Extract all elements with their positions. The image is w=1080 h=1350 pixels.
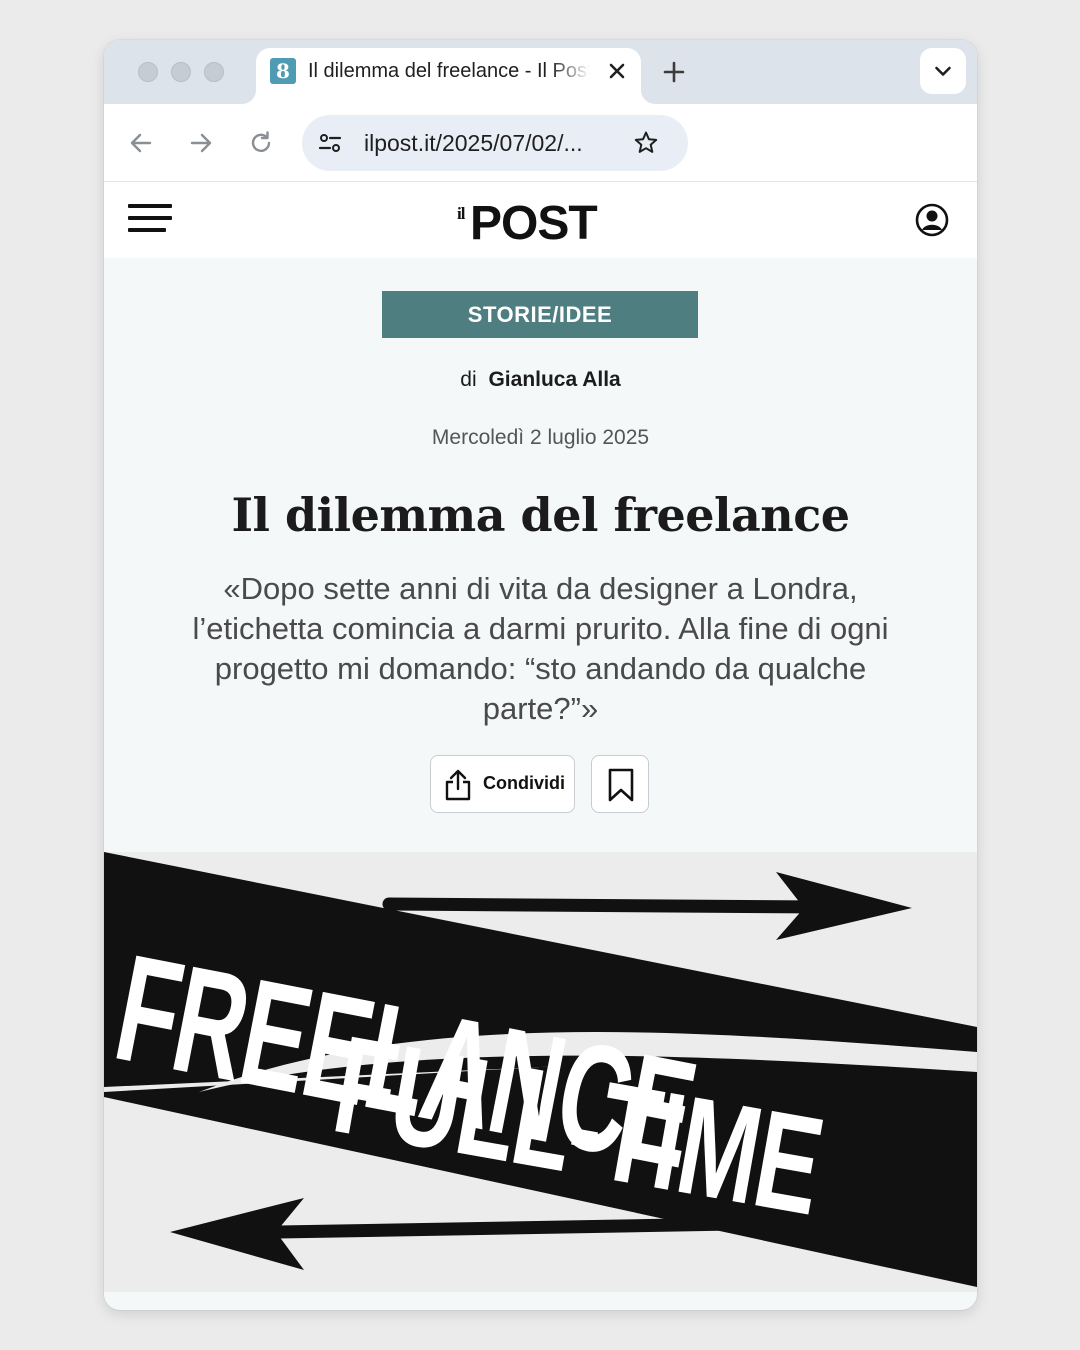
site-logo[interactable]: il POST bbox=[454, 190, 624, 250]
address-bar[interactable]: ilpost.it/2025/07/02/... bbox=[302, 115, 688, 171]
byline: di Gianluca Alla bbox=[104, 368, 977, 392]
back-arrow-icon[interactable] bbox=[126, 128, 156, 158]
logo-prefix: il bbox=[457, 204, 466, 223]
account-icon[interactable] bbox=[914, 202, 950, 238]
publish-date: Mercoledì 2 luglio 2025 bbox=[431, 426, 650, 449]
tab-search-button[interactable] bbox=[920, 48, 966, 94]
window-close-dot[interactable] bbox=[138, 62, 158, 82]
forward-arrow-icon[interactable] bbox=[186, 128, 216, 158]
active-tab[interactable]: 8 Il dilemma del freelance - Il Post bbox=[256, 48, 641, 104]
hero-illustration: FREELANCE FULL-TIME bbox=[104, 852, 977, 1292]
reload-icon[interactable] bbox=[246, 128, 276, 158]
article-title: Il dilemma del freelance bbox=[231, 488, 850, 542]
site-header: il POST bbox=[104, 182, 977, 258]
share-icon bbox=[445, 769, 471, 801]
bookmark-star-icon[interactable] bbox=[632, 129, 660, 157]
browser-toolbar: ilpost.it/2025/07/02/... bbox=[104, 104, 977, 182]
window-minimize-dot[interactable] bbox=[171, 62, 191, 82]
save-article-button[interactable] bbox=[591, 755, 649, 813]
share-button[interactable]: Condividi bbox=[430, 755, 575, 813]
window-maximize-dot[interactable] bbox=[204, 62, 224, 82]
article-header: STORIE/IDEE di Gianluca Alla Mercoledì 2… bbox=[104, 258, 977, 852]
author-name[interactable]: Gianluca Alla bbox=[488, 368, 620, 391]
bookmark-icon bbox=[608, 768, 634, 802]
category-badge[interactable]: STORIE/IDEE bbox=[382, 291, 698, 338]
tab-title: Il dilemma del freelance - Il Post bbox=[308, 60, 590, 82]
browser-window: 8 Il dilemma del freelance - Il Post ilp… bbox=[104, 40, 977, 1310]
article-summary: «Dopo sette anni di vita da designer a L… bbox=[192, 571, 889, 726]
freelance-fulltime-artwork: FREELANCE FULL-TIME bbox=[104, 852, 977, 1292]
tab-strip: 8 Il dilemma del freelance - Il Post bbox=[104, 40, 977, 104]
site-favicon-icon: 8 bbox=[270, 58, 296, 84]
close-tab-icon[interactable] bbox=[604, 58, 630, 84]
logo-word: POST bbox=[470, 197, 598, 250]
share-label: Condividi bbox=[483, 773, 565, 793]
site-settings-icon[interactable] bbox=[316, 129, 344, 157]
byline-prefix: di bbox=[460, 368, 477, 391]
new-tab-icon[interactable] bbox=[660, 58, 688, 86]
url-text[interactable]: ilpost.it/2025/07/02/... bbox=[364, 129, 614, 157]
chevron-down-icon bbox=[935, 66, 951, 76]
menu-hamburger-icon[interactable] bbox=[128, 204, 172, 236]
